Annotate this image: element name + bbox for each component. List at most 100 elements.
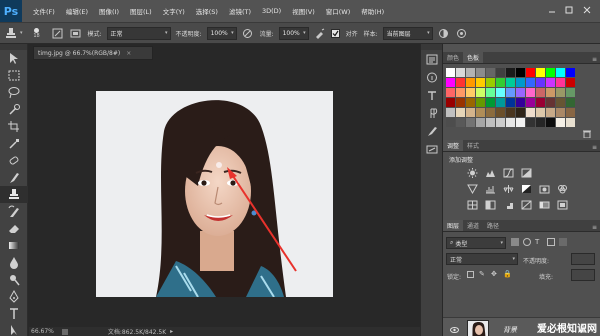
color-swatch[interactable] xyxy=(526,78,535,87)
color-swatch[interactable] xyxy=(506,108,515,117)
color-swatch[interactable] xyxy=(456,118,465,127)
color-swatch[interactable] xyxy=(546,98,555,107)
photo-filter-icon[interactable] xyxy=(537,182,552,196)
color-swatch[interactable] xyxy=(466,118,475,127)
color-swatch[interactable] xyxy=(556,98,565,107)
color-swatch[interactable] xyxy=(446,88,455,97)
menu-image[interactable]: 图像(I) xyxy=(99,6,119,16)
brush-tool-icon[interactable] xyxy=(0,169,28,186)
lock-transparent-icon[interactable] xyxy=(467,271,474,278)
color-swatch[interactable] xyxy=(526,98,535,107)
color-swatch[interactable] xyxy=(546,78,555,87)
lock-all-icon[interactable]: 🔒 xyxy=(503,271,512,278)
sample-select[interactable]: 当前图层 ▾ xyxy=(382,26,433,40)
lasso-tool-icon[interactable] xyxy=(0,84,28,101)
color-swatch[interactable] xyxy=(556,88,565,97)
color-swatch[interactable] xyxy=(526,118,535,127)
color-swatch[interactable] xyxy=(506,78,515,87)
tab-adjustments[interactable]: 调整 xyxy=(443,140,464,151)
panel-menu-icon[interactable]: ≡ xyxy=(592,144,597,151)
menu-select[interactable]: 选择(S) xyxy=(196,6,218,16)
tab-paths[interactable]: 路径 xyxy=(483,220,503,231)
layer-opacity-input[interactable] xyxy=(571,253,595,265)
color-swatch[interactable] xyxy=(446,68,455,77)
fill-input[interactable] xyxy=(571,269,595,281)
color-swatch[interactable] xyxy=(526,88,535,97)
menu-edit[interactable]: 编辑(E) xyxy=(66,6,88,16)
color-swatch[interactable] xyxy=(476,88,485,97)
color-swatch[interactable] xyxy=(516,108,525,117)
image-canvas[interactable] xyxy=(96,91,333,297)
color-swatch[interactable] xyxy=(516,78,525,87)
color-swatch[interactable] xyxy=(506,68,515,77)
tab-layers[interactable]: 图层 xyxy=(443,220,464,231)
toggle-clone-source-icon[interactable] xyxy=(69,26,83,40)
color-swatch[interactable] xyxy=(536,118,545,127)
color-swatch[interactable] xyxy=(546,118,555,127)
paragraph-panel-icon[interactable] xyxy=(421,104,443,122)
color-swatch[interactable] xyxy=(556,108,565,117)
color-swatch[interactable] xyxy=(466,98,475,107)
type-filter-icon[interactable]: T xyxy=(535,238,543,246)
color-swatch[interactable] xyxy=(526,68,535,77)
color-swatch[interactable] xyxy=(446,98,455,107)
menu-help[interactable]: 帮助(H) xyxy=(361,6,384,16)
healing-brush-tool-icon[interactable] xyxy=(0,152,28,169)
color-swatch[interactable] xyxy=(456,78,465,87)
selective-color-icon[interactable] xyxy=(555,198,570,212)
hue-saturation-icon[interactable] xyxy=(483,182,498,196)
color-swatch[interactable] xyxy=(446,118,455,127)
color-swatch[interactable] xyxy=(556,78,565,87)
menu-3d[interactable]: 3D(D) xyxy=(262,7,281,15)
color-swatch[interactable] xyxy=(456,88,465,97)
close-icon[interactable] xyxy=(580,4,594,16)
pressure-opacity-icon[interactable] xyxy=(241,26,255,40)
blend-mode-select[interactable]: 正常 ▾ xyxy=(446,253,518,265)
pressure-size-icon[interactable] xyxy=(455,26,469,40)
color-swatch[interactable] xyxy=(516,88,525,97)
color-swatch[interactable] xyxy=(506,118,515,127)
info-panel-icon[interactable] xyxy=(421,68,443,86)
move-tool-icon[interactable] xyxy=(0,50,28,67)
airbrush-icon[interactable] xyxy=(313,26,327,40)
eraser-tool-icon[interactable] xyxy=(0,220,28,237)
menu-filter[interactable]: 滤镜(T) xyxy=(229,6,251,16)
color-swatch[interactable] xyxy=(526,108,535,117)
align-checkbox[interactable] xyxy=(331,26,341,40)
smart-object-filter-icon[interactable] xyxy=(559,238,567,246)
invert-icon[interactable] xyxy=(483,198,498,212)
menu-window[interactable]: 窗口(W) xyxy=(326,6,351,16)
tab-styles[interactable]: 样式 xyxy=(463,140,483,151)
color-swatch[interactable] xyxy=(506,98,515,107)
color-swatch[interactable] xyxy=(566,78,575,87)
color-swatch[interactable] xyxy=(496,88,505,97)
eye-icon[interactable] xyxy=(449,327,459,333)
blur-tool-icon[interactable] xyxy=(0,254,28,271)
color-swatch[interactable] xyxy=(566,68,575,77)
flow-input[interactable]: 100% ▾ xyxy=(278,26,309,40)
color-swatch[interactable] xyxy=(516,68,525,77)
panel-menu-icon[interactable]: ≡ xyxy=(592,224,597,231)
tool-preset-arrow-icon[interactable]: ▾ xyxy=(20,30,23,36)
layer-kind-filter[interactable]: ⌕ 类型 ▾ xyxy=(446,237,506,249)
pen-tool-icon[interactable] xyxy=(0,288,28,305)
lock-pixels-icon[interactable]: ✎ xyxy=(479,271,486,278)
menu-layer[interactable]: 图层(L) xyxy=(130,6,152,16)
brush-panel-icon[interactable] xyxy=(421,122,443,140)
mode-select[interactable]: 正常 ▾ xyxy=(106,26,171,40)
vibrance-icon[interactable] xyxy=(465,182,480,196)
brush-size-picker[interactable]: 18 xyxy=(27,26,47,40)
color-swatch[interactable] xyxy=(536,88,545,97)
color-swatch[interactable] xyxy=(476,78,485,87)
color-swatch[interactable] xyxy=(516,118,525,127)
color-swatch[interactable] xyxy=(566,98,575,107)
toggle-brush-panel-icon[interactable] xyxy=(51,26,65,40)
color-swatch[interactable] xyxy=(466,68,475,77)
color-swatch[interactable] xyxy=(536,98,545,107)
color-swatch[interactable] xyxy=(496,68,505,77)
chevron-right-icon[interactable]: ▸ xyxy=(170,328,173,335)
color-swatch[interactable] xyxy=(496,98,505,107)
brightness-contrast-icon[interactable] xyxy=(465,166,480,180)
color-swatch[interactable] xyxy=(456,108,465,117)
document-tab[interactable]: timg.jpg @ 66.7%(RGB/8#) × xyxy=(33,46,153,60)
